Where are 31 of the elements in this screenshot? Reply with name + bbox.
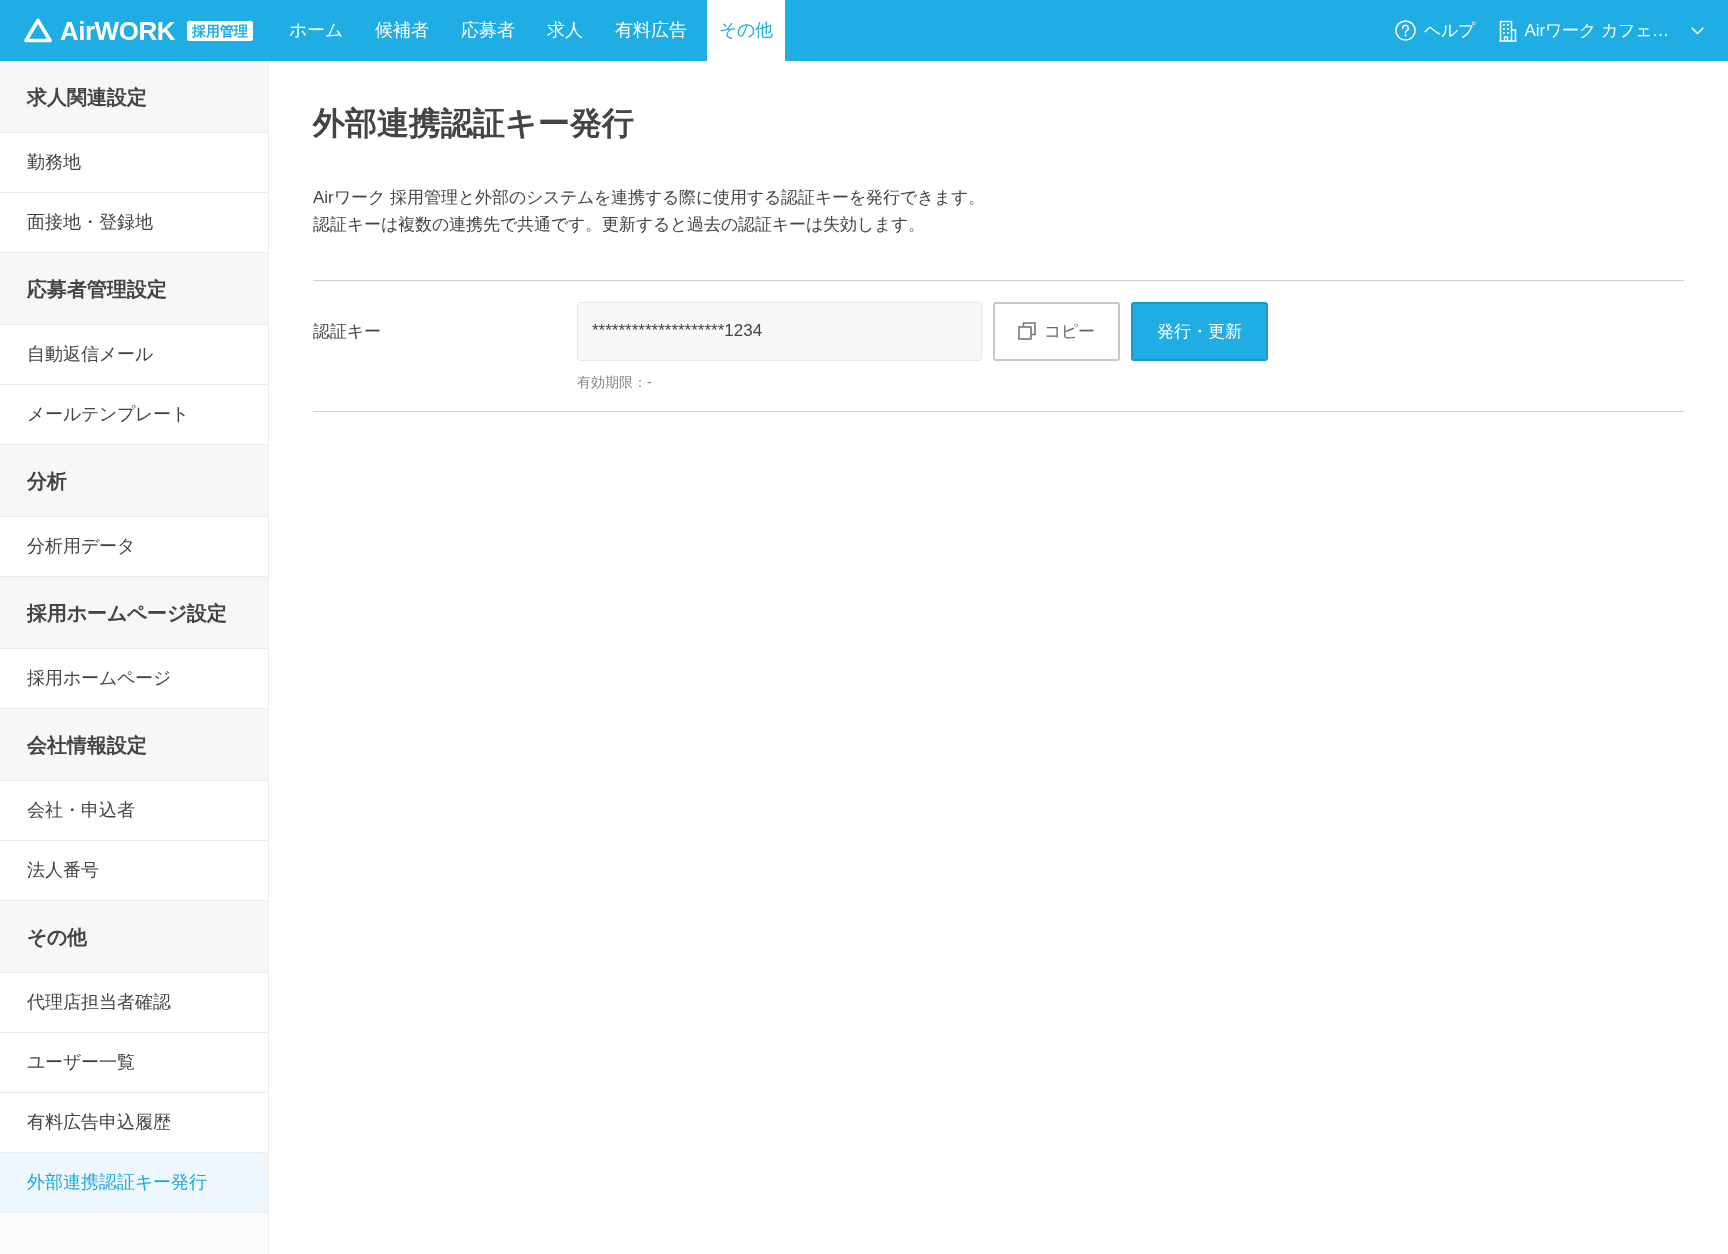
sidebar-heading: その他 — [0, 901, 268, 973]
logo-wordmark: AirWORK — [60, 17, 175, 44]
sidebar-item[interactable]: 自動返信メール — [0, 325, 268, 385]
sidebar-heading: 分析 — [0, 445, 268, 517]
description-text: Airワーク 採用管理と外部のシステムを連携する際に使用する認証キーを発行できます。 — [313, 186, 986, 209]
copy-button[interactable]: コピー — [993, 301, 1120, 361]
sidebar-item[interactable]: 勤務地 — [0, 133, 268, 193]
sidebar-item[interactable]: メールテンプレート — [0, 385, 268, 445]
sidebar-item[interactable]: 面接地・登録地 — [0, 193, 268, 253]
logo-badge: 採用管理 — [186, 20, 253, 41]
description-text: 認証キーは複数の連携先で共通です。更新すると過去の認証キーは失効します。 — [313, 213, 926, 236]
sidebar-heading: 会社情報設定 — [0, 709, 268, 781]
sidebar-heading: 採用ホームページ設定 — [0, 577, 268, 649]
building-icon — [1498, 19, 1517, 42]
expiry-text: 有効期限：- — [577, 372, 653, 392]
sidebar-item[interactable]: 法人番号 — [0, 841, 268, 901]
auth-key-field[interactable]: ********************1234 — [577, 301, 982, 361]
field-label: 認証キー — [313, 320, 381, 343]
sidebar-item[interactable]: 代理店担当者確認 — [0, 973, 268, 1033]
help-icon — [1394, 20, 1416, 41]
sidebar-item[interactable]: 会社・申込者 — [0, 781, 268, 841]
page-title: 外部連携認証キー発行 — [313, 104, 635, 143]
sidebar-item[interactable]: 分析用データ — [0, 517, 268, 577]
chevron-down-icon — [1691, 26, 1704, 35]
sidebar-heading: 求人関連設定 — [0, 61, 268, 133]
copy-icon — [1018, 322, 1036, 341]
sidebar-heading: 応募者管理設定 — [0, 253, 268, 325]
sidebar-item[interactable]: 採用ホームページ — [0, 649, 268, 709]
sidebar-item[interactable]: ユーザー一覧 — [0, 1033, 268, 1093]
sidebar-item[interactable]: 有料広告申込履歴 — [0, 1093, 268, 1153]
logo-triangle-icon — [24, 18, 52, 43]
